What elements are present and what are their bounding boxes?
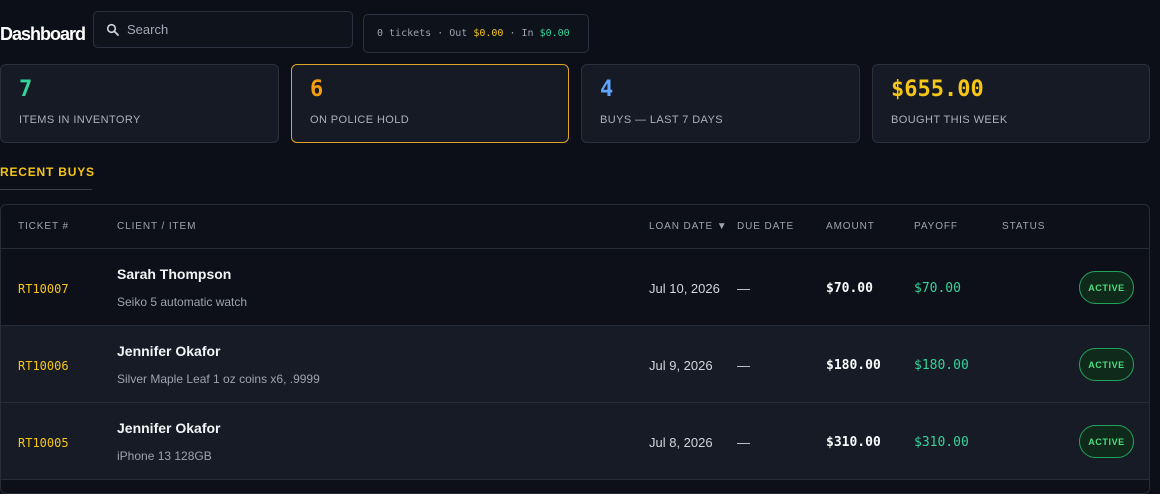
loan-date: Jul 8, 2026 xyxy=(649,435,713,450)
status-badge: ACTIVE xyxy=(1079,348,1134,381)
amount: $310.00 xyxy=(826,435,881,450)
table-row[interactable]: RT10006 Jennifer Okafor Silver Maple Lea… xyxy=(1,326,1149,403)
stat-value: $655.00 xyxy=(891,77,984,102)
ticket-number[interactable]: RT10005 xyxy=(18,436,69,450)
in-total: $0.00 xyxy=(539,28,570,39)
status-badge: ACTIVE xyxy=(1079,425,1134,458)
amount: $180.00 xyxy=(826,358,881,373)
due-date: — xyxy=(737,281,750,296)
search-icon xyxy=(106,23,120,37)
col-loan-date[interactable]: LOAN DATE ▼ xyxy=(649,221,728,232)
status-badge: ACTIVE xyxy=(1079,271,1134,304)
payoff: $70.00 xyxy=(914,281,961,296)
summary-separator-in: · In xyxy=(503,28,540,39)
section-title: RECENT BUYS xyxy=(0,165,95,179)
stat-card-police-hold[interactable]: 6 ON POLICE HOLD xyxy=(291,64,569,143)
col-payoff[interactable]: PAYOFF xyxy=(914,221,958,232)
stat-value: 7 xyxy=(19,77,33,102)
loan-date: Jul 10, 2026 xyxy=(649,281,720,296)
due-date: — xyxy=(737,435,750,450)
col-ticket[interactable]: TICKET # xyxy=(18,221,69,232)
stat-label: ON POLICE HOLD xyxy=(310,114,410,126)
page-title: Dashboard xyxy=(0,24,86,44)
stat-label: BOUGHT THIS WEEK xyxy=(891,114,1008,126)
client-name: Sarah Thompson xyxy=(117,266,232,282)
stat-label: ITEMS IN INVENTORY xyxy=(19,114,141,126)
item-description: Seiko 5 automatic watch xyxy=(117,295,248,309)
search-input[interactable] xyxy=(127,22,337,37)
col-client-item[interactable]: CLIENT / ITEM xyxy=(117,221,196,232)
out-total: $0.00 xyxy=(473,28,504,39)
table-row[interactable]: RT10007 Sarah Thompson Seiko 5 automatic… xyxy=(1,249,1149,326)
item-description: Silver Maple Leaf 1 oz coins x6, .9999 xyxy=(117,372,320,386)
loan-date: Jul 9, 2026 xyxy=(649,358,713,373)
stat-value: 6 xyxy=(310,77,324,102)
table-header: TICKET # CLIENT / ITEM LOAN DATE ▼ DUE D… xyxy=(1,205,1149,249)
col-status[interactable]: STATUS xyxy=(1002,221,1045,232)
client-name: Jennifer Okafor xyxy=(117,343,221,359)
ticket-number[interactable]: RT10007 xyxy=(18,282,69,296)
item-description: iPhone 13 128GB xyxy=(117,449,212,463)
stat-card-buys-7-days[interactable]: 4 BUYS — LAST 7 DAYS xyxy=(581,64,860,143)
client-name: Jennifer Okafor xyxy=(117,420,221,436)
amount: $70.00 xyxy=(826,281,873,296)
stat-card-bought-this-week[interactable]: $655.00 BOUGHT THIS WEEK xyxy=(872,64,1150,143)
tickets-count: 0 tickets xyxy=(377,28,432,39)
due-date: — xyxy=(737,358,750,373)
section-divider xyxy=(0,189,92,190)
ticket-number[interactable]: RT10006 xyxy=(18,359,69,373)
search-box[interactable] xyxy=(93,11,353,48)
stat-value: 4 xyxy=(600,77,614,102)
recent-buys-table: TICKET # CLIENT / ITEM LOAN DATE ▼ DUE D… xyxy=(0,204,1150,494)
col-due-date[interactable]: DUE DATE xyxy=(737,221,794,232)
summary-separator-out: · Out xyxy=(431,28,474,39)
payoff: $310.00 xyxy=(914,435,969,450)
summary-pill: 0 tickets · Out $0.00 · In $0.00 xyxy=(363,14,589,53)
stat-label: BUYS — LAST 7 DAYS xyxy=(600,114,723,126)
table-row[interactable]: RT10005 Jennifer Okafor iPhone 13 128GB … xyxy=(1,403,1149,480)
payoff: $180.00 xyxy=(914,358,969,373)
stat-card-inventory[interactable]: 7 ITEMS IN INVENTORY xyxy=(0,64,279,143)
col-amount[interactable]: AMOUNT xyxy=(826,221,875,232)
